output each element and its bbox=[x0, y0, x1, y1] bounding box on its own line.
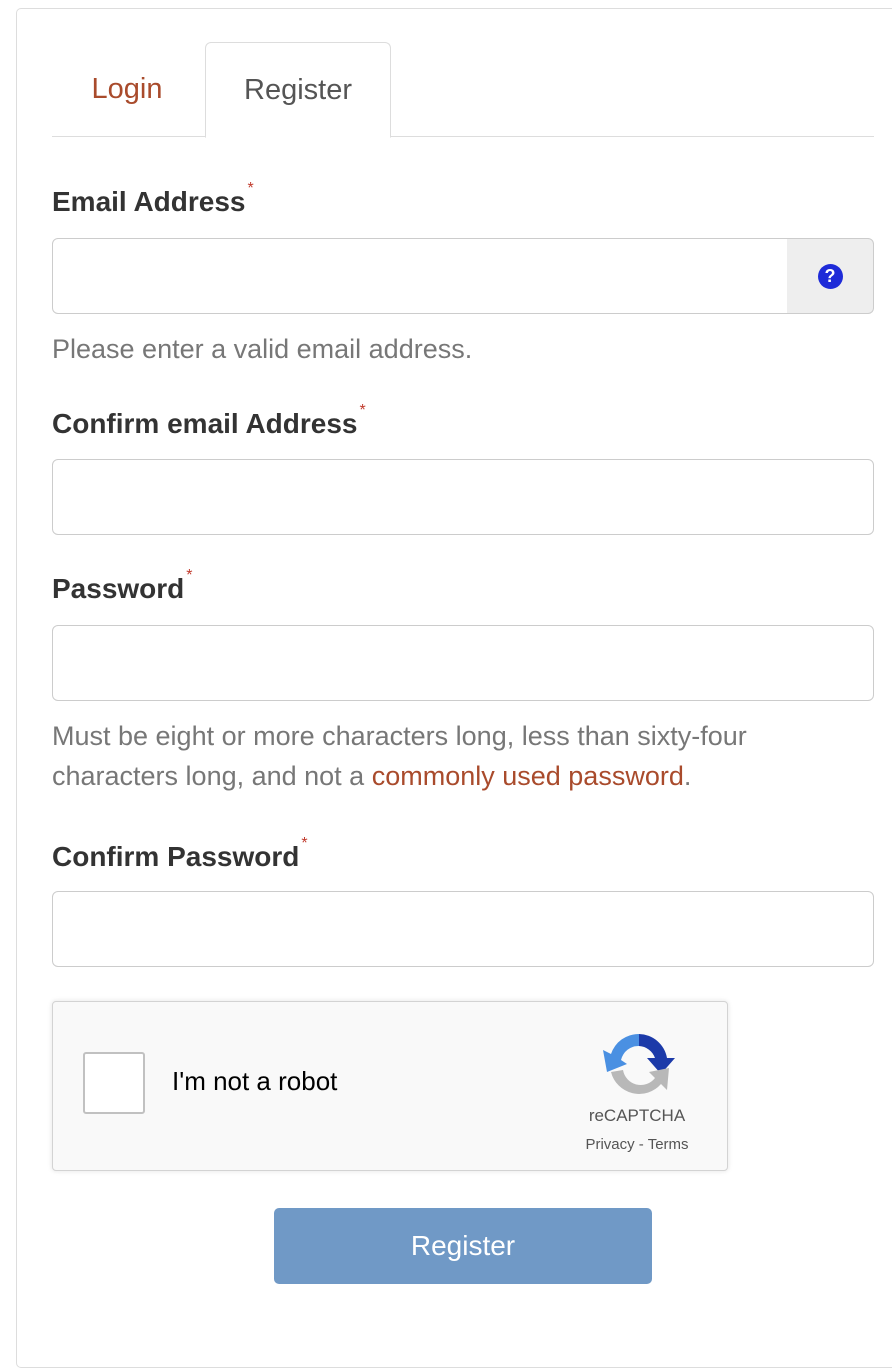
required-marker: * bbox=[359, 402, 366, 419]
email-field[interactable] bbox=[52, 238, 788, 314]
email-label-text: Email Address bbox=[52, 186, 246, 217]
common-password-link[interactable]: commonly used password bbox=[372, 761, 684, 791]
tab-login[interactable]: Login bbox=[52, 42, 202, 137]
recaptcha-links: Privacy - Terms bbox=[553, 1136, 721, 1153]
required-marker: * bbox=[186, 567, 193, 584]
recaptcha-terms-link[interactable]: Terms bbox=[648, 1136, 689, 1153]
password-label: Password * bbox=[52, 567, 193, 605]
recaptcha-separator: - bbox=[634, 1136, 648, 1153]
recaptcha-brand: reCAPTCHA bbox=[588, 1106, 686, 1125]
confirm-password-label-text: Confirm Password bbox=[52, 841, 300, 872]
email-help-button[interactable]: ? bbox=[787, 238, 874, 314]
register-button[interactable]: Register bbox=[274, 1208, 652, 1284]
recaptcha-widget: I'm not a robot reCAPTCHA Privacy - Term… bbox=[52, 1001, 728, 1171]
recaptcha-privacy-link[interactable]: Privacy bbox=[585, 1136, 634, 1153]
tab-register[interactable]: Register bbox=[205, 42, 391, 138]
confirm-email-label-text: Confirm email Address bbox=[52, 408, 358, 439]
password-hint-end: . bbox=[683, 761, 692, 791]
confirm-password-label: Confirm Password * bbox=[52, 835, 308, 873]
password-hint: Must be eight or more characters long, l… bbox=[52, 716, 874, 796]
password-label-text: Password bbox=[52, 573, 185, 604]
email-label: Email Address * bbox=[52, 180, 254, 218]
question-circle-icon: ? bbox=[817, 263, 843, 289]
confirm-email-field[interactable] bbox=[52, 459, 874, 535]
email-hint: Please enter a valid email address. bbox=[52, 334, 473, 364]
password-field[interactable] bbox=[52, 625, 874, 701]
recaptcha-checkbox[interactable] bbox=[83, 1052, 145, 1114]
confirm-email-label: Confirm email Address * bbox=[52, 402, 366, 440]
required-marker: * bbox=[301, 835, 308, 852]
required-marker: * bbox=[247, 180, 254, 197]
recaptcha-logo-icon bbox=[603, 1033, 675, 1094]
recaptcha-label: I'm not a robot bbox=[172, 1066, 338, 1096]
tab-bar: Login Register bbox=[52, 42, 874, 138]
confirm-password-field[interactable] bbox=[52, 891, 874, 967]
